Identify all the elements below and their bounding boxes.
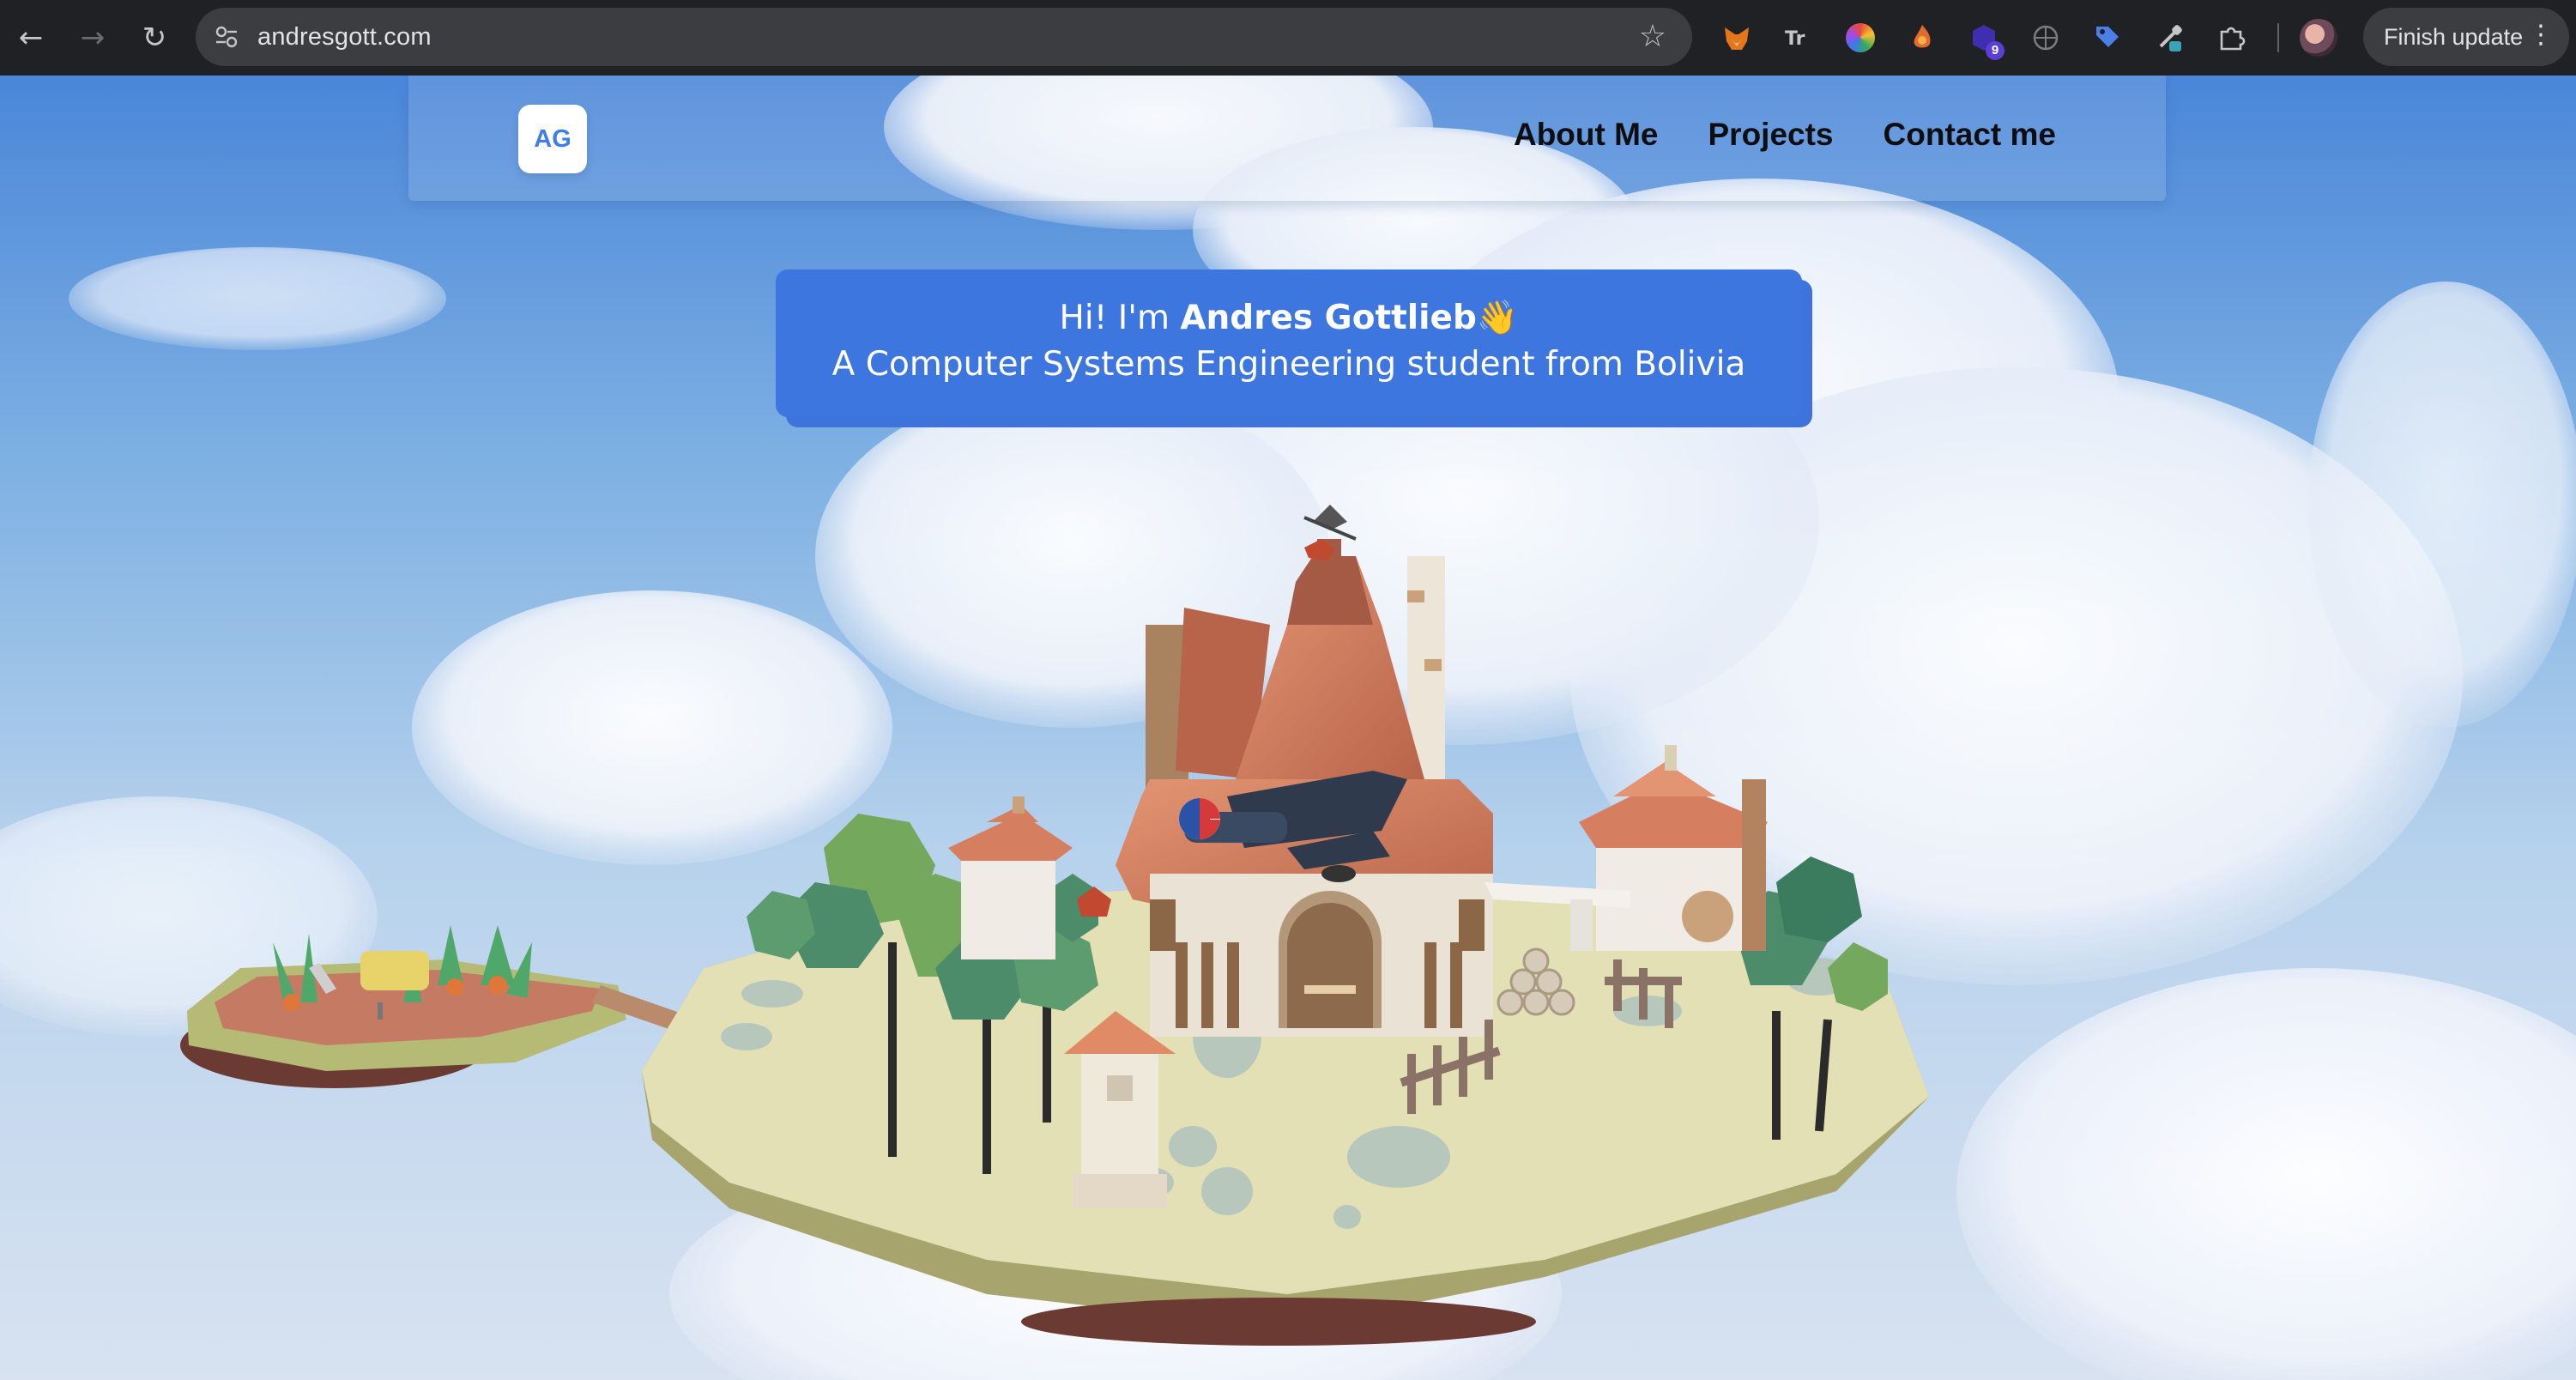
finish-update-button[interactable]: Finish update ⋮ xyxy=(2363,8,2569,66)
wave-emoji: 👋 xyxy=(1476,299,1519,337)
svg-text:Tr: Tr xyxy=(1785,28,1805,50)
author-name: Andres Gottlieb xyxy=(1180,299,1477,337)
site-logo[interactable]: AG xyxy=(518,105,587,173)
site-header: AG About Me Projects Contact me xyxy=(408,76,2166,201)
intro-card: Hi! I'm Andres Gottlieb👋 A Computer Syst… xyxy=(776,269,1812,427)
toolbar-divider xyxy=(2277,23,2279,52)
side-tower-left xyxy=(948,796,1073,959)
intro-greeting: Hi! I'm Andres Gottlieb👋 xyxy=(776,295,1802,342)
greeting-prefix: Hi! I'm xyxy=(1059,299,1181,337)
flame-extension-icon[interactable] xyxy=(1900,15,1944,60)
metamask-fox-icon[interactable] xyxy=(1714,15,1759,60)
tag-extension-icon[interactable] xyxy=(2085,15,2130,60)
intro-card-body: Hi! I'm Andres Gottlieb👋 A Computer Syst… xyxy=(776,269,1802,417)
browser-toolbar: ← → ↻ andresgott.com ☆ Tr 9 Finish updat… xyxy=(0,0,2576,76)
page-viewport: AG About Me Projects Contact me Hi! I'm … xyxy=(0,76,2576,1380)
web-extension-icon[interactable] xyxy=(2023,15,2068,60)
finish-update-label: Finish update xyxy=(2384,23,2524,50)
profile-avatar[interactable] xyxy=(2300,19,2337,57)
main-nav: About Me Projects Contact me xyxy=(1514,117,2056,153)
color-picker-icon[interactable] xyxy=(1838,15,1883,60)
hexagon-extension-icon[interactable]: 9 xyxy=(1962,15,2006,60)
translate-icon[interactable]: Tr xyxy=(1776,15,1821,60)
puzzle-extensions-icon[interactable] xyxy=(2209,15,2253,60)
back-arrow-icon[interactable]: ← xyxy=(0,0,62,76)
address-bar[interactable]: andresgott.com ☆ xyxy=(196,8,1692,66)
bookmark-star-icon[interactable]: ☆ xyxy=(1639,20,1666,54)
nav-about-me[interactable]: About Me xyxy=(1514,117,1659,153)
extension-badge: 9 xyxy=(1986,41,2005,60)
eyedropper-extension-icon[interactable] xyxy=(2147,15,2192,60)
kebab-menu-icon[interactable]: ⋮ xyxy=(2528,20,2554,50)
forward-arrow-icon[interactable]: → xyxy=(62,0,124,76)
url-text[interactable]: andresgott.com xyxy=(257,23,432,51)
reload-icon[interactable]: ↻ xyxy=(124,0,185,76)
intro-subtitle: A Computer Systems Engineering student f… xyxy=(831,345,1746,384)
extensions-bar: Tr 9 xyxy=(1714,15,2353,60)
nav-projects[interactable]: Projects xyxy=(1708,117,1834,153)
site-info-icon[interactable] xyxy=(196,24,257,50)
nav-contact-me[interactable]: Contact me xyxy=(1884,117,2056,153)
